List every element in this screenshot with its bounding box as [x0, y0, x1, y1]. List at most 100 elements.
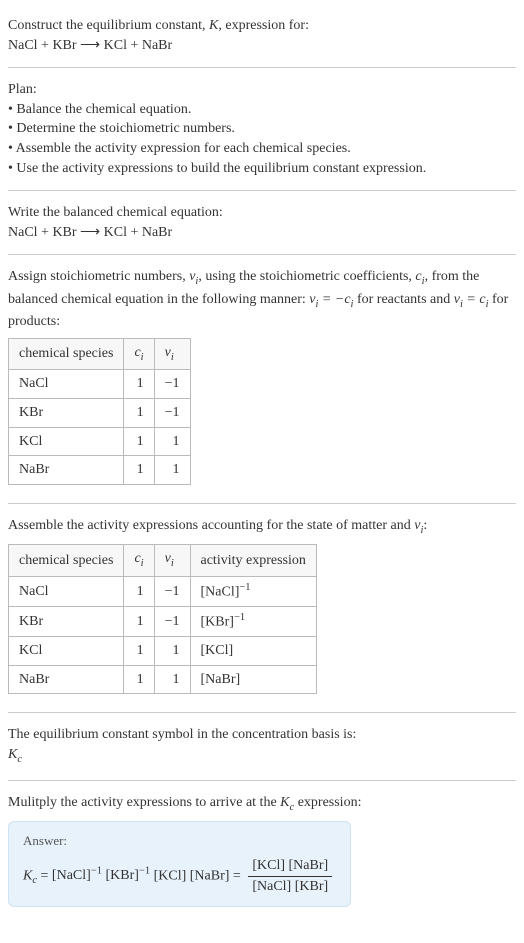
col-activity: activity expression — [190, 545, 316, 576]
cell-c: 1 — [124, 637, 154, 666]
cell-species: NaBr — [9, 665, 124, 694]
plan-item: • Determine the stoichiometric numbers. — [8, 119, 516, 139]
text: for reactants and — [353, 292, 453, 307]
fraction-denominator: [NaCl] [KBr] — [248, 877, 332, 897]
col-nui: νi — [154, 338, 190, 369]
multiply-section: Mulitply the activity expressions to arr… — [8, 785, 516, 916]
cell-expr: [KCl] — [190, 637, 316, 666]
table-row: NaBr11[NaBr] — [9, 665, 317, 694]
cell-nu: 1 — [154, 427, 190, 456]
table-row: KBr1−1[KBr]−1 — [9, 606, 317, 636]
cell-species: KCl — [9, 637, 124, 666]
divider — [8, 254, 516, 255]
col-ci: ci — [124, 338, 154, 369]
k-letter: K — [8, 747, 17, 762]
table-row: NaCl1−1[NaCl]−1 — [9, 576, 317, 606]
text: Assign stoichiometric numbers, — [8, 269, 189, 284]
cell-expr: [NaBr] — [190, 665, 316, 694]
cell-expr: [KBr]−1 — [190, 606, 316, 636]
table-row: NaBr11 — [9, 456, 191, 485]
table-row: NaCl1−1 — [9, 370, 191, 399]
k-letter: K — [280, 795, 289, 810]
answer-expression: Kc = [NaCl]−1 [KBr]−1 [KCl] [NaBr] = [KC… — [23, 856, 336, 896]
cell-c: 1 — [124, 370, 154, 399]
plan-item: • Use the activity expressions to build … — [8, 159, 516, 179]
plan-section: Plan: • Balance the chemical equation. •… — [8, 72, 516, 186]
cell-species: NaBr — [9, 456, 124, 485]
cell-nu: 1 — [154, 637, 190, 666]
term: [KCl] — [154, 868, 190, 883]
equals: = — [37, 868, 52, 883]
col-ci: ci — [124, 545, 154, 576]
fraction: [KCl] [NaBr] [NaCl] [KBr] — [248, 856, 332, 896]
cell-expr: [NaCl]−1 — [190, 576, 316, 606]
cell-c: 1 — [124, 665, 154, 694]
stoich-table: chemical species ci νi NaCl1−1 KBr1−1 KC… — [8, 338, 191, 485]
table-row: KCl11[KCl] — [9, 637, 317, 666]
cell-nu: −1 — [154, 606, 190, 636]
cell-c: 1 — [124, 398, 154, 427]
term: [NaBr] — [190, 868, 233, 883]
k-sub: c — [17, 754, 22, 765]
term: [NaCl]−1 — [52, 868, 106, 883]
symbol-section: The equilibrium constant symbol in the c… — [8, 717, 516, 775]
text: expression: — [294, 795, 361, 810]
prompt-line1: Construct the equilibrium constant, K, e… — [8, 16, 516, 36]
cell-c: 1 — [124, 606, 154, 636]
nu-symbol: νi — [189, 269, 198, 284]
plan-item: • Assemble the activity expression for e… — [8, 139, 516, 159]
col-species: chemical species — [9, 338, 124, 369]
divider — [8, 190, 516, 191]
plan-item-text: Use the activity expressions to build th… — [16, 161, 426, 176]
stoich-section: Assign stoichiometric numbers, νi, using… — [8, 259, 516, 498]
divider — [8, 780, 516, 781]
cell-nu: −1 — [154, 398, 190, 427]
plan-item-text: Determine the stoichiometric numbers. — [16, 121, 235, 136]
table-header-row: chemical species ci νi activity expressi… — [9, 545, 317, 576]
multiply-heading: Mulitply the activity expressions to arr… — [8, 793, 516, 815]
cell-c: 1 — [124, 427, 154, 456]
relation: νi = ci — [454, 292, 489, 307]
cell-c: 1 — [124, 456, 154, 485]
k-symbol: K — [209, 18, 218, 33]
plan-heading: Plan: — [8, 80, 516, 100]
text: , using the stoichiometric coefficients, — [198, 269, 415, 284]
activity-section: Assemble the activity expressions accoun… — [8, 508, 516, 709]
term: [KBr]−1 — [105, 868, 153, 883]
answer-label: Answer: — [23, 832, 336, 850]
cell-nu: 1 — [154, 456, 190, 485]
divider — [8, 503, 516, 504]
cell-nu: 1 — [154, 665, 190, 694]
plan-item-text: Assemble the activity expression for eac… — [16, 141, 351, 156]
cell-species: KBr — [9, 398, 124, 427]
table-header-row: chemical species ci νi — [9, 338, 191, 369]
relation: νi = −ci — [309, 292, 353, 307]
balanced-heading: Write the balanced chemical equation: — [8, 203, 516, 223]
c-symbol: ci — [415, 269, 424, 284]
table-row: KBr1−1 — [9, 398, 191, 427]
symbol-value: Kc — [8, 745, 516, 767]
cell-species: KBr — [9, 606, 124, 636]
plan-item-text: Balance the chemical equation. — [16, 102, 191, 117]
balanced-section: Write the balanced chemical equation: Na… — [8, 195, 516, 250]
activity-table: chemical species ci νi activity expressi… — [8, 544, 317, 694]
plan-item: • Balance the chemical equation. — [8, 100, 516, 120]
cell-c: 1 — [124, 576, 154, 606]
cell-nu: −1 — [154, 370, 190, 399]
equals: = — [233, 868, 244, 883]
balanced-equation: NaCl + KBr ⟶ KCl + NaBr — [8, 223, 516, 243]
symbol-heading: The equilibrium constant symbol in the c… — [8, 725, 516, 745]
col-species: chemical species — [9, 545, 124, 576]
answer-box: Answer: Kc = [NaCl]−1 [KBr]−1 [KCl] [NaB… — [8, 821, 351, 907]
prompt-section: Construct the equilibrium constant, K, e… — [8, 8, 516, 63]
prompt-equation: NaCl + KBr ⟶ KCl + NaBr — [8, 36, 516, 56]
col-nui: νi — [154, 545, 190, 576]
cell-species: NaCl — [9, 576, 124, 606]
k-letter: K — [23, 868, 32, 883]
table-row: KCl11 — [9, 427, 191, 456]
divider — [8, 67, 516, 68]
cell-species: NaCl — [9, 370, 124, 399]
stoich-intro: Assign stoichiometric numbers, νi, using… — [8, 267, 516, 332]
activity-heading: Assemble the activity expressions accoun… — [8, 516, 516, 538]
divider — [8, 712, 516, 713]
